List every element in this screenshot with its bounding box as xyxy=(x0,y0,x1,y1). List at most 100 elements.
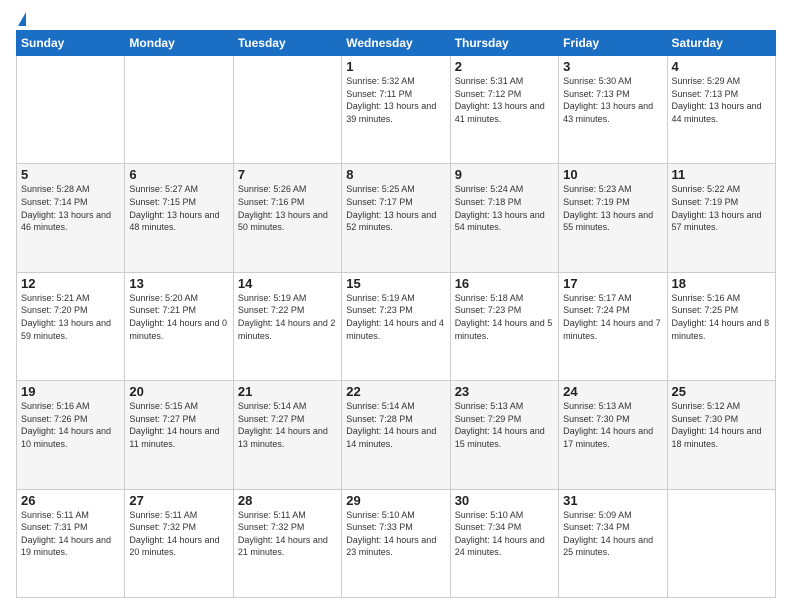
day-number: 27 xyxy=(129,493,228,508)
day-info: Sunrise: 5:10 AM Sunset: 7:33 PM Dayligh… xyxy=(346,509,445,559)
day-info: Sunrise: 5:17 AM Sunset: 7:24 PM Dayligh… xyxy=(563,292,662,342)
calendar-cell: 28Sunrise: 5:11 AM Sunset: 7:32 PM Dayli… xyxy=(233,489,341,597)
day-number: 7 xyxy=(238,167,337,182)
weekday-header-wednesday: Wednesday xyxy=(342,31,450,56)
day-number: 19 xyxy=(21,384,120,399)
calendar-cell: 1Sunrise: 5:32 AM Sunset: 7:11 PM Daylig… xyxy=(342,56,450,164)
day-info: Sunrise: 5:31 AM Sunset: 7:12 PM Dayligh… xyxy=(455,75,554,125)
calendar-cell: 7Sunrise: 5:26 AM Sunset: 7:16 PM Daylig… xyxy=(233,164,341,272)
week-row-1: 5Sunrise: 5:28 AM Sunset: 7:14 PM Daylig… xyxy=(17,164,776,272)
day-info: Sunrise: 5:16 AM Sunset: 7:26 PM Dayligh… xyxy=(21,400,120,450)
day-info: Sunrise: 5:28 AM Sunset: 7:14 PM Dayligh… xyxy=(21,183,120,233)
weekday-header-sunday: Sunday xyxy=(17,31,125,56)
calendar-cell: 14Sunrise: 5:19 AM Sunset: 7:22 PM Dayli… xyxy=(233,272,341,380)
calendar-cell: 12Sunrise: 5:21 AM Sunset: 7:20 PM Dayli… xyxy=(17,272,125,380)
day-number: 30 xyxy=(455,493,554,508)
logo-triangle-icon xyxy=(18,12,26,26)
day-info: Sunrise: 5:24 AM Sunset: 7:18 PM Dayligh… xyxy=(455,183,554,233)
calendar-cell: 11Sunrise: 5:22 AM Sunset: 7:19 PM Dayli… xyxy=(667,164,775,272)
day-number: 26 xyxy=(21,493,120,508)
day-info: Sunrise: 5:11 AM Sunset: 7:32 PM Dayligh… xyxy=(238,509,337,559)
day-info: Sunrise: 5:29 AM Sunset: 7:13 PM Dayligh… xyxy=(672,75,771,125)
day-number: 14 xyxy=(238,276,337,291)
calendar-cell: 16Sunrise: 5:18 AM Sunset: 7:23 PM Dayli… xyxy=(450,272,558,380)
day-info: Sunrise: 5:27 AM Sunset: 7:15 PM Dayligh… xyxy=(129,183,228,233)
day-info: Sunrise: 5:21 AM Sunset: 7:20 PM Dayligh… xyxy=(21,292,120,342)
day-number: 2 xyxy=(455,59,554,74)
day-info: Sunrise: 5:14 AM Sunset: 7:27 PM Dayligh… xyxy=(238,400,337,450)
day-number: 1 xyxy=(346,59,445,74)
day-info: Sunrise: 5:10 AM Sunset: 7:34 PM Dayligh… xyxy=(455,509,554,559)
calendar-cell: 3Sunrise: 5:30 AM Sunset: 7:13 PM Daylig… xyxy=(559,56,667,164)
page: SundayMondayTuesdayWednesdayThursdayFrid… xyxy=(0,0,792,612)
calendar-cell: 6Sunrise: 5:27 AM Sunset: 7:15 PM Daylig… xyxy=(125,164,233,272)
day-info: Sunrise: 5:26 AM Sunset: 7:16 PM Dayligh… xyxy=(238,183,337,233)
top-bar xyxy=(16,12,776,26)
weekday-header-row: SundayMondayTuesdayWednesdayThursdayFrid… xyxy=(17,31,776,56)
day-number: 12 xyxy=(21,276,120,291)
calendar-cell: 26Sunrise: 5:11 AM Sunset: 7:31 PM Dayli… xyxy=(17,489,125,597)
calendar-cell: 24Sunrise: 5:13 AM Sunset: 7:30 PM Dayli… xyxy=(559,381,667,489)
weekday-header-monday: Monday xyxy=(125,31,233,56)
calendar-cell: 15Sunrise: 5:19 AM Sunset: 7:23 PM Dayli… xyxy=(342,272,450,380)
day-number: 5 xyxy=(21,167,120,182)
day-number: 8 xyxy=(346,167,445,182)
calendar-cell xyxy=(233,56,341,164)
day-number: 3 xyxy=(563,59,662,74)
calendar-cell: 21Sunrise: 5:14 AM Sunset: 7:27 PM Dayli… xyxy=(233,381,341,489)
weekday-header-tuesday: Tuesday xyxy=(233,31,341,56)
weekday-header-saturday: Saturday xyxy=(667,31,775,56)
day-number: 11 xyxy=(672,167,771,182)
day-number: 16 xyxy=(455,276,554,291)
day-info: Sunrise: 5:11 AM Sunset: 7:32 PM Dayligh… xyxy=(129,509,228,559)
day-info: Sunrise: 5:23 AM Sunset: 7:19 PM Dayligh… xyxy=(563,183,662,233)
day-info: Sunrise: 5:11 AM Sunset: 7:31 PM Dayligh… xyxy=(21,509,120,559)
day-number: 4 xyxy=(672,59,771,74)
calendar-cell: 20Sunrise: 5:15 AM Sunset: 7:27 PM Dayli… xyxy=(125,381,233,489)
day-info: Sunrise: 5:16 AM Sunset: 7:25 PM Dayligh… xyxy=(672,292,771,342)
day-info: Sunrise: 5:25 AM Sunset: 7:17 PM Dayligh… xyxy=(346,183,445,233)
day-info: Sunrise: 5:19 AM Sunset: 7:22 PM Dayligh… xyxy=(238,292,337,342)
calendar-cell xyxy=(17,56,125,164)
logo xyxy=(16,12,26,26)
calendar-cell: 9Sunrise: 5:24 AM Sunset: 7:18 PM Daylig… xyxy=(450,164,558,272)
day-info: Sunrise: 5:32 AM Sunset: 7:11 PM Dayligh… xyxy=(346,75,445,125)
week-row-2: 12Sunrise: 5:21 AM Sunset: 7:20 PM Dayli… xyxy=(17,272,776,380)
calendar-cell: 13Sunrise: 5:20 AM Sunset: 7:21 PM Dayli… xyxy=(125,272,233,380)
calendar-cell: 31Sunrise: 5:09 AM Sunset: 7:34 PM Dayli… xyxy=(559,489,667,597)
day-number: 25 xyxy=(672,384,771,399)
weekday-header-thursday: Thursday xyxy=(450,31,558,56)
day-info: Sunrise: 5:09 AM Sunset: 7:34 PM Dayligh… xyxy=(563,509,662,559)
calendar-cell: 18Sunrise: 5:16 AM Sunset: 7:25 PM Dayli… xyxy=(667,272,775,380)
calendar-cell: 4Sunrise: 5:29 AM Sunset: 7:13 PM Daylig… xyxy=(667,56,775,164)
day-info: Sunrise: 5:18 AM Sunset: 7:23 PM Dayligh… xyxy=(455,292,554,342)
day-number: 28 xyxy=(238,493,337,508)
day-number: 6 xyxy=(129,167,228,182)
day-number: 9 xyxy=(455,167,554,182)
weekday-header-friday: Friday xyxy=(559,31,667,56)
week-row-4: 26Sunrise: 5:11 AM Sunset: 7:31 PM Dayli… xyxy=(17,489,776,597)
day-info: Sunrise: 5:15 AM Sunset: 7:27 PM Dayligh… xyxy=(129,400,228,450)
calendar-cell: 19Sunrise: 5:16 AM Sunset: 7:26 PM Dayli… xyxy=(17,381,125,489)
calendar-cell xyxy=(125,56,233,164)
day-number: 13 xyxy=(129,276,228,291)
calendar-cell: 29Sunrise: 5:10 AM Sunset: 7:33 PM Dayli… xyxy=(342,489,450,597)
day-number: 10 xyxy=(563,167,662,182)
day-info: Sunrise: 5:14 AM Sunset: 7:28 PM Dayligh… xyxy=(346,400,445,450)
calendar-table: SundayMondayTuesdayWednesdayThursdayFrid… xyxy=(16,30,776,598)
day-info: Sunrise: 5:19 AM Sunset: 7:23 PM Dayligh… xyxy=(346,292,445,342)
calendar-cell: 10Sunrise: 5:23 AM Sunset: 7:19 PM Dayli… xyxy=(559,164,667,272)
day-number: 20 xyxy=(129,384,228,399)
calendar-cell: 8Sunrise: 5:25 AM Sunset: 7:17 PM Daylig… xyxy=(342,164,450,272)
day-info: Sunrise: 5:22 AM Sunset: 7:19 PM Dayligh… xyxy=(672,183,771,233)
day-number: 22 xyxy=(346,384,445,399)
day-number: 15 xyxy=(346,276,445,291)
day-number: 18 xyxy=(672,276,771,291)
day-info: Sunrise: 5:13 AM Sunset: 7:30 PM Dayligh… xyxy=(563,400,662,450)
week-row-0: 1Sunrise: 5:32 AM Sunset: 7:11 PM Daylig… xyxy=(17,56,776,164)
day-info: Sunrise: 5:20 AM Sunset: 7:21 PM Dayligh… xyxy=(129,292,228,342)
calendar-cell xyxy=(667,489,775,597)
day-number: 17 xyxy=(563,276,662,291)
week-row-3: 19Sunrise: 5:16 AM Sunset: 7:26 PM Dayli… xyxy=(17,381,776,489)
day-info: Sunrise: 5:13 AM Sunset: 7:29 PM Dayligh… xyxy=(455,400,554,450)
